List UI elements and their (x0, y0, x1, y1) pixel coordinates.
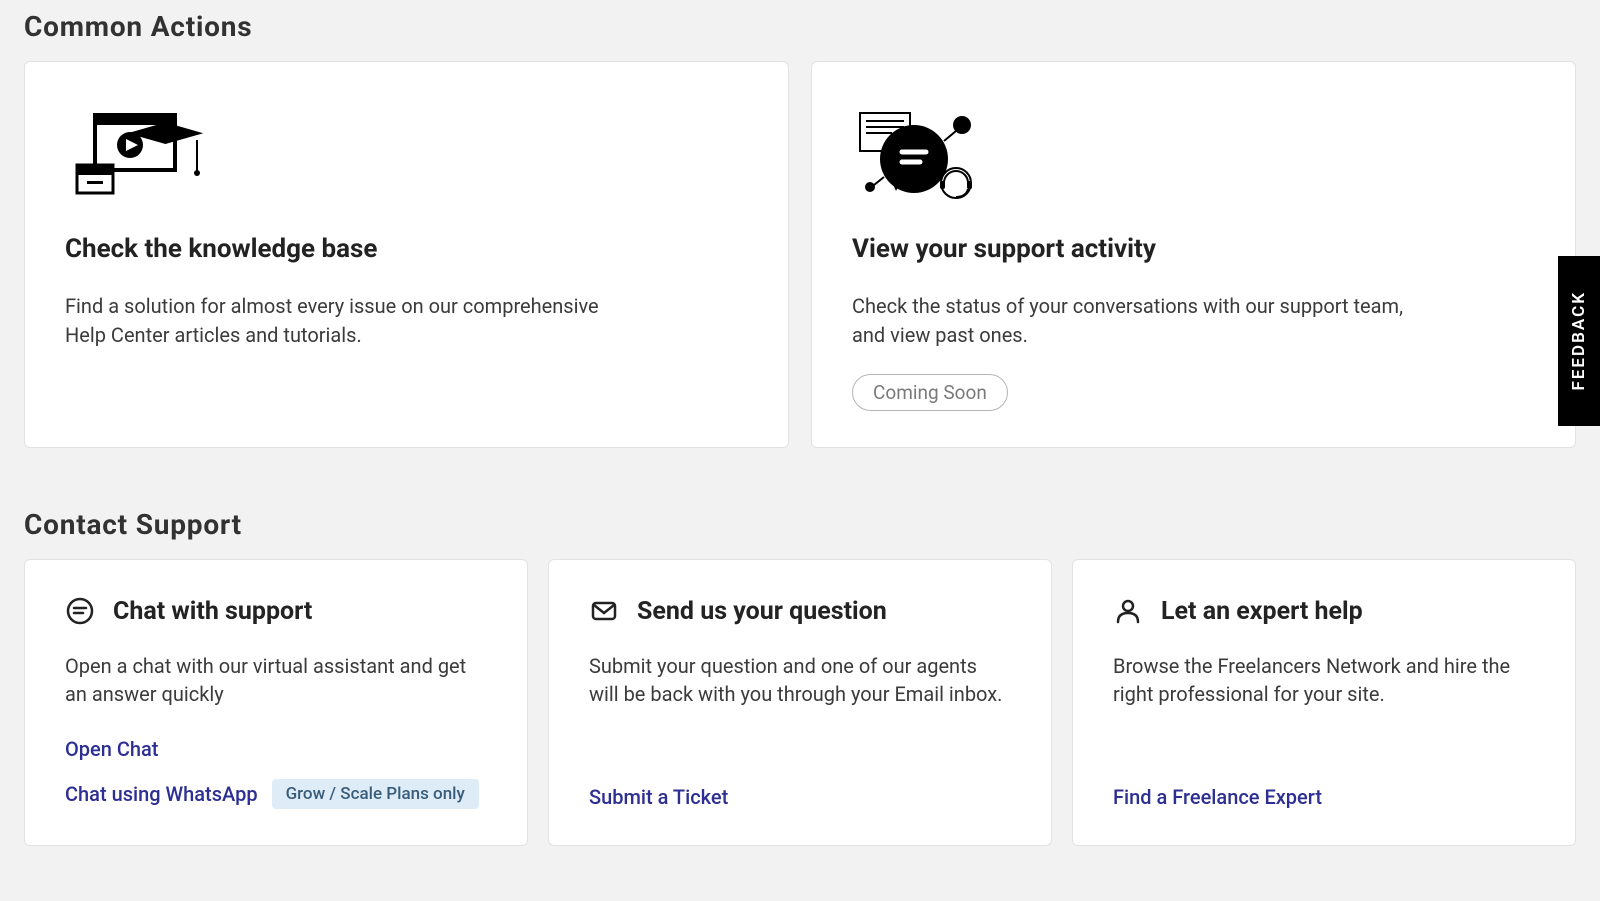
expert-help-title: Let an expert help (1161, 597, 1363, 626)
coming-soon-pill: Coming Soon (852, 374, 1008, 411)
find-freelance-expert-link[interactable]: Find a Freelance Expert (1113, 785, 1535, 809)
chat-icon (65, 596, 95, 626)
support-activity-title: View your support activity (852, 234, 1535, 264)
chat-whatsapp-link[interactable]: Chat using WhatsApp Grow / Scale Plans o… (65, 779, 487, 809)
chat-support-desc: Open a chat with our virtual assistant a… (65, 652, 487, 709)
send-question-desc: Submit your question and one of our agen… (589, 652, 1011, 709)
mail-icon (589, 596, 619, 626)
feedback-label: FEEDBACK (1569, 291, 1589, 391)
submit-ticket-link[interactable]: Submit a Ticket (589, 785, 1011, 809)
chat-support-title: Chat with support (113, 597, 312, 626)
feedback-tab[interactable]: FEEDBACK (1558, 256, 1600, 426)
expert-help-card: Let an expert help Browse the Freelancer… (1072, 559, 1576, 846)
chat-whatsapp-label: Chat using WhatsApp (65, 782, 258, 806)
contact-support-heading: Contact Support (24, 508, 1576, 541)
plan-restriction-badge: Grow / Scale Plans only (272, 779, 479, 809)
person-icon (1113, 596, 1143, 626)
knowledge-base-title: Check the knowledge base (65, 234, 748, 264)
support-activity-card: View your support activity Check the sta… (811, 61, 1576, 448)
contact-support-grid: Chat with support Open a chat with our v… (24, 559, 1576, 846)
knowledge-base-card[interactable]: Check the knowledge base Find a solution… (24, 61, 789, 448)
open-chat-link[interactable]: Open Chat (65, 737, 487, 761)
chat-support-card: Chat with support Open a chat with our v… (24, 559, 528, 846)
common-actions-grid: Check the knowledge base Find a solution… (24, 61, 1576, 448)
support-activity-illustration (852, 102, 1535, 212)
knowledge-base-illustration (65, 102, 748, 212)
send-question-card: Send us your question Submit your questi… (548, 559, 1052, 846)
knowledge-base-desc: Find a solution for almost every issue o… (65, 292, 625, 350)
expert-help-desc: Browse the Freelancers Network and hire … (1113, 652, 1535, 709)
common-actions-heading: Common Actions (24, 10, 1576, 43)
support-activity-desc: Check the status of your conversations w… (852, 292, 1412, 350)
send-question-title: Send us your question (637, 597, 887, 626)
